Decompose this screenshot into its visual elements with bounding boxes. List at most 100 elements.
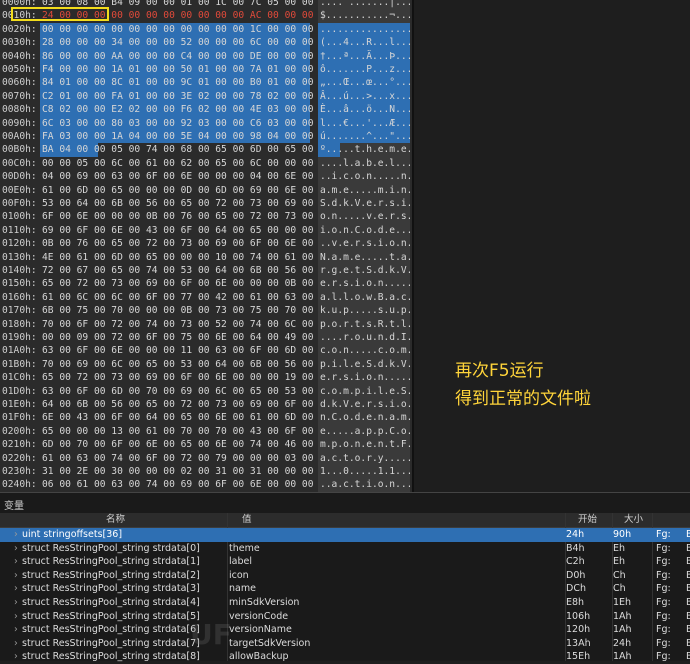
hex-offset[interactable]: 0200h: [2, 425, 40, 438]
hex-ascii[interactable]: È...â...ö...N... [320, 103, 410, 116]
table-row[interactable]: ›struct ResStringPool_string strdata[2]i… [0, 569, 690, 583]
table-row[interactable]: ›struct ResStringPool_string strdata[8]a… [0, 650, 690, 664]
hex-ascii[interactable]: c.o.m.p.i.l.e.S. [320, 385, 410, 398]
hex-ascii[interactable]: a.c.t.o.r.y..... [320, 452, 410, 465]
hex-ascii[interactable]: 1...0.....1.1... [320, 465, 410, 478]
hex-row[interactable]: 0180h:70 00 6F 00 72 00 74 00 73 00 52 0… [0, 318, 412, 331]
hex-row[interactable]: 0060h:84 01 00 00 8C 01 00 00 9C 01 00 0… [0, 76, 412, 89]
hex-row[interactable]: 01F0h:6E 00 43 00 6F 00 64 00 65 00 6E 0… [0, 411, 412, 424]
hex-offset[interactable]: 01D0h: [2, 385, 40, 398]
hex-offset[interactable]: 0170h: [2, 304, 40, 317]
chevron-right-icon[interactable]: › [14, 596, 18, 610]
hex-bytes[interactable]: 00 00 09 00 72 00 6F 00 75 00 6E 00 64 0… [42, 331, 312, 344]
hex-offset[interactable]: 0070h: [2, 90, 40, 103]
hex-bytes[interactable]: 53 00 64 00 6B 00 56 00 65 00 72 00 73 0… [42, 197, 312, 210]
hex-row[interactable]: 01E0h:64 00 6B 00 56 00 65 00 72 00 73 0… [0, 398, 412, 411]
hex-ascii[interactable]: l...€...'...Æ... [320, 117, 410, 130]
hex-ascii[interactable]: N.a.m.e.....t.a. [320, 251, 410, 264]
hex-bytes[interactable]: 6E 00 43 00 6F 00 64 00 65 00 6E 00 61 0… [42, 411, 312, 424]
hex-ascii[interactable]: c.o.n.....c.o.m. [320, 344, 410, 357]
hex-ascii[interactable]: ú.......^..."... [320, 130, 410, 143]
hex-row[interactable]: 01C0h:65 00 72 00 73 00 69 00 6F 00 6E 0… [0, 371, 412, 384]
hex-row[interactable]: 0050h:F4 00 00 00 1A 01 00 00 50 01 00 0… [0, 63, 412, 76]
hex-ascii[interactable]: o.n.....v.e.r.s. [320, 210, 410, 223]
hex-ascii[interactable]: Â...ú...>...x... [320, 90, 410, 103]
chevron-right-icon[interactable]: › [14, 582, 18, 596]
chevron-right-icon[interactable]: › [14, 610, 18, 624]
hex-ascii[interactable]: e.....a.p.p.C.o. [320, 425, 410, 438]
hex-bytes[interactable]: C8 02 00 00 E2 02 00 00 F6 02 00 00 4E 0… [42, 103, 312, 116]
hex-offset[interactable]: 0040h: [2, 50, 40, 63]
hex-bytes[interactable]: 31 00 2E 00 30 00 00 00 02 00 31 00 31 0… [42, 465, 312, 478]
hex-ascii[interactable]: ô.......P...z... [320, 63, 410, 76]
hex-offset[interactable]: 0100h: [2, 210, 40, 223]
hex-ascii[interactable]: p.i.l.e.S.d.k.V. [320, 358, 410, 371]
hex-bytes[interactable]: 0B 00 76 00 65 00 72 00 73 00 69 00 6F 0… [42, 237, 312, 250]
hex-row[interactable]: 0200h:65 00 00 00 13 00 61 00 70 00 70 0… [0, 425, 412, 438]
hex-offset[interactable]: 0110h: [2, 224, 40, 237]
hex-offset[interactable]: 0180h: [2, 318, 40, 331]
hex-bytes[interactable]: 04 00 69 00 63 00 6F 00 6E 00 00 00 04 0… [42, 170, 312, 183]
hex-bytes[interactable]: FA 03 00 00 1A 04 00 00 5E 04 00 00 98 0… [42, 130, 312, 143]
hex-ascii[interactable]: d.k.V.e.r.s.i.o. [320, 398, 410, 411]
chevron-right-icon[interactable]: › [14, 637, 18, 651]
table-row[interactable]: ›struct ResStringPool_string strdata[3]n… [0, 582, 690, 596]
hex-offset[interactable]: 0020h: [2, 23, 40, 36]
hex-ascii[interactable]: †...ª...Ä...Þ... [320, 50, 410, 63]
hex-offset[interactable]: 0230h: [2, 465, 40, 478]
table-row[interactable]: ›uint stringoffsets[36]24h90hFg:B [0, 528, 690, 542]
hex-bytes[interactable]: 6F 00 6E 00 00 00 0B 00 76 00 65 00 72 0… [42, 210, 312, 223]
hex-offset[interactable]: 0220h: [2, 452, 40, 465]
col-size-header[interactable]: 大小 [624, 513, 643, 527]
hex-bytes[interactable]: 00 00 00 00 00 00 00 00 00 00 00 00 1C 0… [42, 23, 312, 36]
hex-bytes[interactable]: 6D 00 70 00 6F 00 6E 00 65 00 6E 00 74 0… [42, 438, 312, 451]
hex-ascii[interactable]: i.o.n.C.o.d.e... [320, 224, 410, 237]
hex-ascii[interactable]: e.r.s.i.o.n..... [320, 371, 410, 384]
hex-row[interactable]: 0040h:86 00 00 00 AA 00 00 00 C4 00 00 0… [0, 50, 412, 63]
table-row[interactable]: ›struct ResStringPool_string strdata[7]t… [0, 637, 690, 651]
hex-offset[interactable]: 00A0h: [2, 130, 40, 143]
hex-offset[interactable]: 01E0h: [2, 398, 40, 411]
col-value-header[interactable]: 值 [242, 513, 252, 527]
hex-bytes[interactable]: 84 01 00 00 8C 01 00 00 9C 01 00 00 B0 0… [42, 76, 312, 89]
hex-ascii[interactable]: ....l.a.b.e.l... [320, 157, 410, 170]
hex-bytes[interactable]: 61 00 6C 00 6C 00 6F 00 77 00 42 00 61 0… [42, 291, 312, 304]
hex-bytes[interactable]: 61 00 63 00 74 00 6F 00 72 00 79 00 00 0… [42, 452, 312, 465]
chevron-right-icon[interactable]: › [14, 650, 18, 664]
table-row[interactable]: ›struct ResStringPool_string strdata[0]t… [0, 542, 690, 556]
hex-row[interactable]: 0140h:72 00 67 00 65 00 74 00 53 00 64 0… [0, 264, 412, 277]
hex-offset[interactable]: 0160h: [2, 291, 40, 304]
chevron-right-icon[interactable]: › [14, 555, 18, 569]
hex-row[interactable]: 00D0h:04 00 69 00 63 00 6F 00 6E 00 00 0… [0, 170, 412, 183]
hex-row[interactable]: 0210h:6D 00 70 00 6F 00 6E 00 65 00 6E 0… [0, 438, 412, 451]
hex-bytes[interactable]: 00 00 05 00 6C 00 61 00 62 00 65 00 6C 0… [42, 157, 312, 170]
hex-bytes[interactable]: 63 00 6F 00 6E 00 00 00 11 00 63 00 6F 0… [42, 344, 312, 357]
hex-offset[interactable]: 01B0h: [2, 358, 40, 371]
hex-bytes[interactable]: 6B 00 75 00 70 00 00 00 0B 00 73 00 75 0… [42, 304, 312, 317]
table-row[interactable]: ›struct ResStringPool_string strdata[5]v… [0, 610, 690, 624]
hex-offset[interactable]: 0240h: [2, 478, 40, 491]
hex-bytes[interactable]: 63 00 6F 00 6D 00 70 00 69 00 6C 00 65 0… [42, 385, 312, 398]
hex-offset[interactable]: 0140h: [2, 264, 40, 277]
hex-offset[interactable]: 01A0h: [2, 344, 40, 357]
hex-bytes[interactable]: 06 00 61 00 63 00 74 00 69 00 6F 00 6E 0… [42, 478, 312, 491]
chevron-right-icon[interactable]: › [14, 528, 18, 542]
hex-bytes[interactable]: 65 00 72 00 73 00 69 00 6F 00 6E 00 00 0… [42, 371, 312, 384]
hex-row[interactable]: 00B0h:BA 04 00 00 05 00 74 00 68 00 65 0… [0, 143, 412, 156]
hex-row[interactable]: 0090h:6C 03 00 00 80 03 00 00 92 03 00 0… [0, 117, 412, 130]
hex-offset[interactable]: 0130h: [2, 251, 40, 264]
hex-row[interactable]: 0030h:28 00 00 00 34 00 00 00 52 00 00 0… [0, 36, 412, 49]
chevron-right-icon[interactable]: › [14, 542, 18, 556]
hex-row[interactable]: 0080h:C8 02 00 00 E2 02 00 00 F6 02 00 0… [0, 103, 412, 116]
hex-bytes[interactable]: 70 00 69 00 6C 00 65 00 53 00 64 00 6B 0… [42, 358, 312, 371]
hex-ascii[interactable]: ....´.......|... [320, 0, 410, 9]
hex-ascii[interactable]: (...4...R...l... [320, 36, 410, 49]
hex-editor[interactable]: 0000h:03 00 08 00 B4 09 00 00 01 00 1C 0… [0, 0, 412, 492]
hex-bytes[interactable]: 65 00 00 00 13 00 61 00 70 00 70 00 43 0… [42, 425, 312, 438]
hex-row[interactable]: 0240h:06 00 61 00 63 00 74 00 69 00 6F 0… [0, 478, 412, 491]
hex-row[interactable]: 0070h:C2 01 00 00 FA 01 00 00 3E 02 00 0… [0, 90, 412, 103]
hex-offset[interactable]: 00C0h: [2, 157, 40, 170]
hex-ascii[interactable]: r.g.e.t.S.d.k.V. [320, 264, 410, 277]
table-row[interactable]: ›struct ResStringPool_string strdata[6]v… [0, 623, 690, 637]
hex-ascii[interactable]: ................ [320, 23, 410, 36]
